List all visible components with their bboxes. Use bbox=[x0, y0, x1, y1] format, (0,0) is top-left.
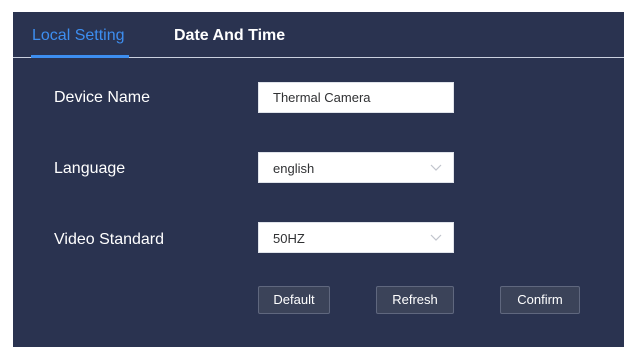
tab-bar: Local Setting Date And Time bbox=[13, 12, 624, 59]
language-label: Language bbox=[54, 160, 126, 177]
video-standard-select[interactable]: 50HZ bbox=[258, 222, 454, 253]
device-name-field bbox=[258, 82, 454, 113]
refresh-button[interactable]: Refresh bbox=[376, 286, 454, 314]
language-select[interactable]: english bbox=[258, 152, 454, 183]
confirm-button[interactable]: Confirm bbox=[500, 286, 580, 314]
video-standard-label: Video Standard bbox=[54, 231, 165, 248]
device-name-input[interactable] bbox=[259, 83, 453, 112]
video-standard-select-value: 50HZ bbox=[273, 231, 305, 246]
chevron-down-icon bbox=[430, 164, 442, 171]
tab-date-and-time[interactable]: Date And Time bbox=[174, 26, 285, 46]
language-select-value: english bbox=[273, 161, 315, 176]
tab-local-setting[interactable]: Local Setting bbox=[32, 26, 125, 46]
default-button[interactable]: Default bbox=[258, 286, 330, 314]
settings-panel: Local Setting Date And Time Device Name … bbox=[13, 12, 624, 347]
chevron-down-icon bbox=[430, 234, 442, 241]
active-tab-indicator bbox=[31, 55, 129, 58]
device-name-label: Device Name bbox=[54, 89, 151, 106]
